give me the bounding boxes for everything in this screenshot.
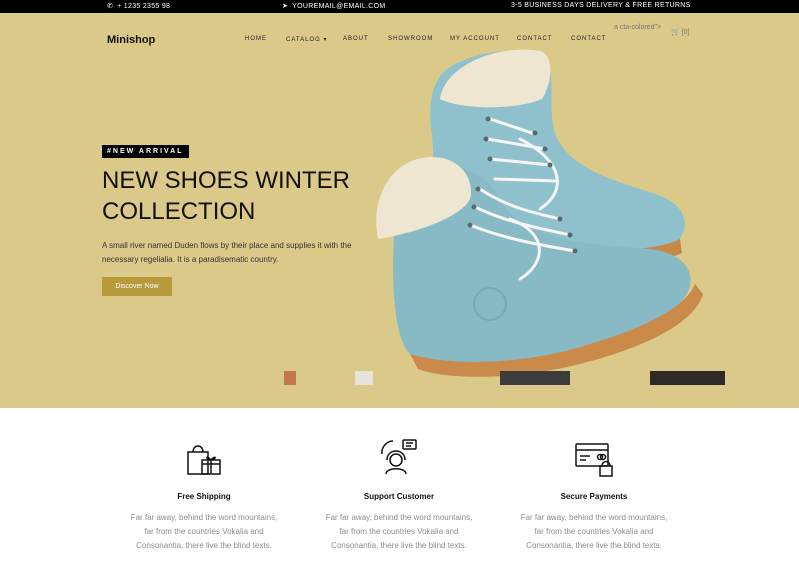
feature-text: Far far away, behind the word mountains,…: [520, 513, 668, 550]
gift-bag-icon: [187, 445, 221, 475]
topbar-phone-text: + 1235 2355 98: [117, 2, 171, 10]
topbar-phone[interactable]: ✆ + 1235 2355 98: [107, 2, 171, 11]
nav-catalog-label: CATALOG: [286, 37, 321, 43]
hero-description: A small river named Duden flows by their…: [102, 241, 352, 264]
cart-link[interactable]: 🛒 [0]: [671, 28, 689, 36]
chevron-down-icon: ▾: [320, 37, 328, 43]
nav-contact[interactable]: CONTACT: [517, 36, 553, 42]
slide-strip-3: [500, 371, 570, 385]
nav-home[interactable]: HOME: [245, 36, 267, 42]
nav-showroom[interactable]: SHOWROOM: [388, 36, 433, 42]
top-bar: ✆ + 1235 2355 98 ➤ YOUREMAIL@EMAIL.COM 3…: [0, 0, 799, 13]
feature-title: Secure Payments: [560, 492, 628, 501]
winter-boots-image: [376, 49, 703, 377]
feature-secure-payments: Secure Payments Far far away, behind the…: [509, 438, 679, 553]
paper-plane-icon: ➤: [282, 3, 289, 10]
cart-icon: 🛒: [671, 29, 680, 36]
topbar-email[interactable]: ➤ YOUREMAIL@EMAIL.COM: [282, 2, 386, 11]
slide-strip-4: [650, 371, 725, 385]
cart-count: [0]: [681, 29, 690, 36]
topbar-email-text: YOUREMAIL@EMAIL.COM: [292, 2, 386, 10]
headset-icon: [381, 439, 417, 475]
markup-artifact-text: a cta-colored">: [614, 24, 662, 31]
hero-title-line2: COLLECTION: [102, 198, 256, 225]
new-arrival-badge: #NEW ARRIVAL: [102, 145, 189, 158]
feature-text: Far far away, behind the word mountains,…: [130, 513, 278, 550]
hero-section: Minishop HOME CATALOG ▾ ABOUT SHOWROOM M…: [0, 13, 799, 408]
discover-now-button[interactable]: Discover Now: [102, 277, 172, 296]
nav-catalog[interactable]: CATALOG ▾: [286, 36, 327, 43]
nav-my-account[interactable]: MY ACCOUNT: [450, 36, 500, 42]
topbar-delivery: 3-5 BUSINESS DAYS DELIVERY & FREE RETURN…: [511, 2, 691, 9]
slide-strip-1: [284, 371, 296, 385]
hero-title-line1: NEW SHOES WINTER: [102, 167, 351, 194]
main-nav: HOME CATALOG ▾ ABOUT SHOWROOM MY ACCOUNT…: [0, 36, 799, 46]
feature-free-shipping: Free Shipping Far far away, behind the w…: [119, 438, 289, 553]
feature-text: Far far away, behind the word mountains,…: [325, 513, 473, 550]
topbar-delivery-text: 3-5 BUSINESS DAYS DELIVERY & FREE RETURN…: [511, 2, 691, 9]
nav-about[interactable]: ABOUT: [343, 36, 369, 42]
slide-strip-2: [355, 371, 373, 385]
feature-title: Free Shipping: [177, 492, 231, 501]
feature-title: Support Customer: [363, 492, 435, 501]
hero-title: NEW SHOES WINTER COLLECTION: [102, 165, 402, 227]
nav-contact-2[interactable]: CONTACT: [571, 36, 607, 42]
credit-card-lock-icon: [575, 443, 613, 477]
feature-support-customer: Support Customer Far far away, behind th…: [314, 438, 484, 553]
features-section: Free Shipping Far far away, behind the w…: [0, 408, 799, 580]
phone-icon: ✆: [107, 3, 114, 10]
